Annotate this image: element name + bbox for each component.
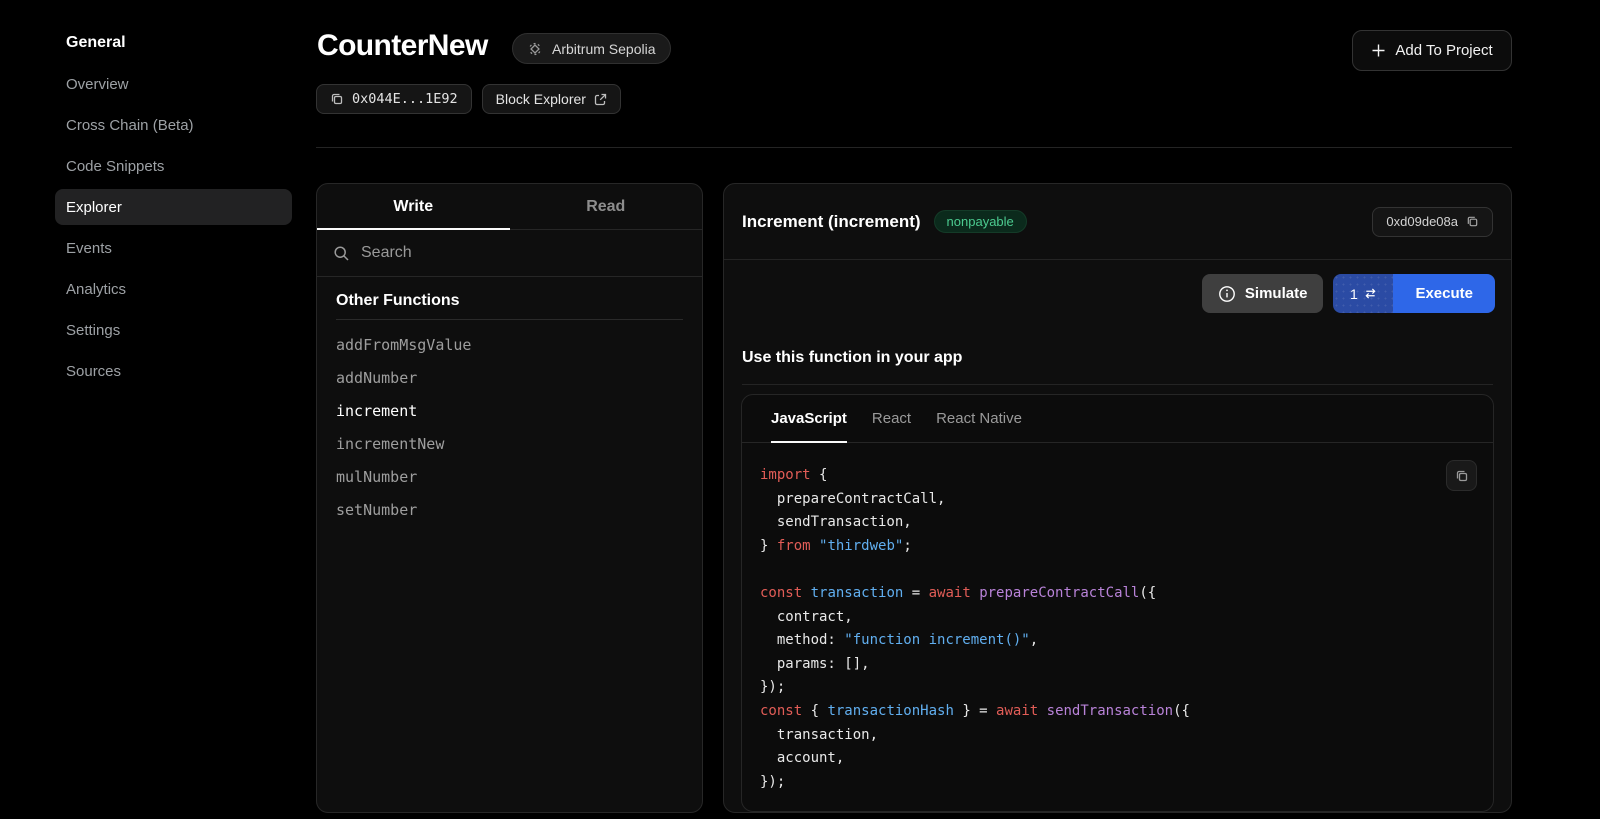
add-to-project-label: Add To Project xyxy=(1395,42,1492,59)
search-icon xyxy=(333,245,350,262)
code-tab-react-native[interactable]: React Native xyxy=(936,395,1022,442)
sidebar-item-code-snippets[interactable]: Code Snippets xyxy=(55,148,292,184)
usage-divider xyxy=(742,384,1493,385)
code-area: import { prepareContractCall, sendTransa… xyxy=(742,443,1493,812)
other-functions-heading: Other Functions xyxy=(336,292,683,310)
address-row: 0x044E...1E92 Block Explorer xyxy=(316,84,621,114)
sidebar-item-cross-chain[interactable]: Cross Chain (Beta) xyxy=(55,107,292,143)
code-line: const transaction = await prepareContrac… xyxy=(760,582,1475,606)
write-read-tabs: WriteRead xyxy=(317,184,702,230)
search-input[interactable] xyxy=(361,244,686,262)
network-badge-label: Arbitrum Sepolia xyxy=(552,41,656,57)
copy-code-button[interactable] xyxy=(1446,460,1477,491)
copy-icon xyxy=(1455,469,1469,483)
transaction-count: 1 xyxy=(1350,286,1358,302)
function-detail-header: Increment (increment) nonpayable 0xd09de… xyxy=(724,184,1511,260)
code-line: }); xyxy=(760,676,1475,700)
code-card: JavaScript React React Native import { pre… xyxy=(741,394,1494,812)
mutability-badge: nonpayable xyxy=(934,210,1027,233)
code-line xyxy=(760,558,1475,582)
add-to-project-button[interactable]: Add To Project xyxy=(1352,30,1512,71)
tab-read[interactable]: Read xyxy=(510,184,703,229)
function-item-mulNumber[interactable]: mulNumber xyxy=(336,460,683,493)
block-explorer-label: Block Explorer xyxy=(496,91,586,107)
function-item-incrementNew[interactable]: incrementNew xyxy=(336,427,683,460)
function-detail-panel: Increment (increment) nonpayable 0xd09de… xyxy=(723,183,1512,813)
code-line: import { xyxy=(760,464,1475,488)
functions-body: Other Functions addFromMsgValueaddNumber… xyxy=(317,277,702,541)
code-line: }); xyxy=(760,771,1475,795)
function-title: Increment (increment) xyxy=(742,212,921,232)
code-tabs: JavaScript React React Native xyxy=(742,395,1493,443)
code-line: transaction, xyxy=(760,724,1475,748)
function-item-addNumber[interactable]: addNumber xyxy=(336,361,683,394)
plus-icon xyxy=(1371,43,1386,58)
search-bar xyxy=(317,230,702,277)
function-item-addFromMsgValue[interactable]: addFromMsgValue xyxy=(336,328,683,361)
tab-write[interactable]: Write xyxy=(317,184,510,229)
execute-button-group: 1 Execute xyxy=(1333,274,1495,313)
action-row: Simulate 1 Execute xyxy=(724,274,1511,313)
code-line: contract, xyxy=(760,606,1475,630)
function-selector-button[interactable]: 0xd09de08a xyxy=(1372,207,1493,237)
simulate-label: Simulate xyxy=(1245,285,1308,302)
sidebar: General Overview Cross Chain (Beta) Code S… xyxy=(55,34,292,394)
page-title: CounterNew xyxy=(317,29,488,63)
header-divider xyxy=(316,147,1512,148)
usage-heading: Use this function in your app xyxy=(742,349,1493,367)
info-icon xyxy=(1218,285,1236,303)
chain-icon xyxy=(527,41,543,57)
contract-address-label: 0x044E...1E92 xyxy=(352,91,458,107)
simulate-button[interactable]: Simulate xyxy=(1202,274,1324,313)
copy-icon xyxy=(330,92,344,106)
sidebar-item-sources[interactable]: Sources xyxy=(55,353,292,389)
code-tab-javascript[interactable]: JavaScript xyxy=(771,395,847,442)
swap-arrows-icon xyxy=(1364,287,1377,300)
code-tab-react[interactable]: React xyxy=(872,395,911,442)
sidebar-item-settings[interactable]: Settings xyxy=(55,312,292,348)
code-line: params: [], xyxy=(760,653,1475,677)
code-line: sendTransaction, xyxy=(760,511,1475,535)
external-link-icon xyxy=(594,93,607,106)
sidebar-item-overview[interactable]: Overview xyxy=(55,66,292,102)
function-list: addFromMsgValueaddNumberincrementincreme… xyxy=(336,328,683,526)
execute-button[interactable]: Execute xyxy=(1393,274,1495,313)
code-line: account, xyxy=(760,747,1475,771)
function-selector-label: 0xd09de08a xyxy=(1386,214,1458,229)
section-divider xyxy=(336,319,683,320)
transaction-count-button[interactable]: 1 xyxy=(1333,274,1393,313)
sidebar-item-explorer[interactable]: Explorer xyxy=(55,189,292,225)
code-line: const { transactionHash } = await sendTr… xyxy=(760,700,1475,724)
functions-panel: WriteRead Other Functions addFromMsgValu… xyxy=(316,183,703,813)
sidebar-nav: Overview Cross Chain (Beta) Code Snippets E… xyxy=(55,66,292,389)
network-badge[interactable]: Arbitrum Sepolia xyxy=(512,33,671,64)
sidebar-item-events[interactable]: Events xyxy=(55,230,292,266)
function-item-increment[interactable]: increment xyxy=(336,394,683,427)
contract-address-button[interactable]: 0x044E...1E92 xyxy=(316,84,472,114)
copy-icon xyxy=(1466,215,1479,228)
code-line: } from "thirdweb"; xyxy=(760,535,1475,559)
sidebar-item-analytics[interactable]: Analytics xyxy=(55,271,292,307)
sidebar-group-label: General xyxy=(55,34,292,52)
code-block: import { prepareContractCall, sendTransa… xyxy=(760,464,1475,794)
block-explorer-button[interactable]: Block Explorer xyxy=(482,84,621,114)
code-line: prepareContractCall, xyxy=(760,488,1475,512)
code-line: method: "function increment()", xyxy=(760,629,1475,653)
function-item-setNumber[interactable]: setNumber xyxy=(336,493,683,526)
